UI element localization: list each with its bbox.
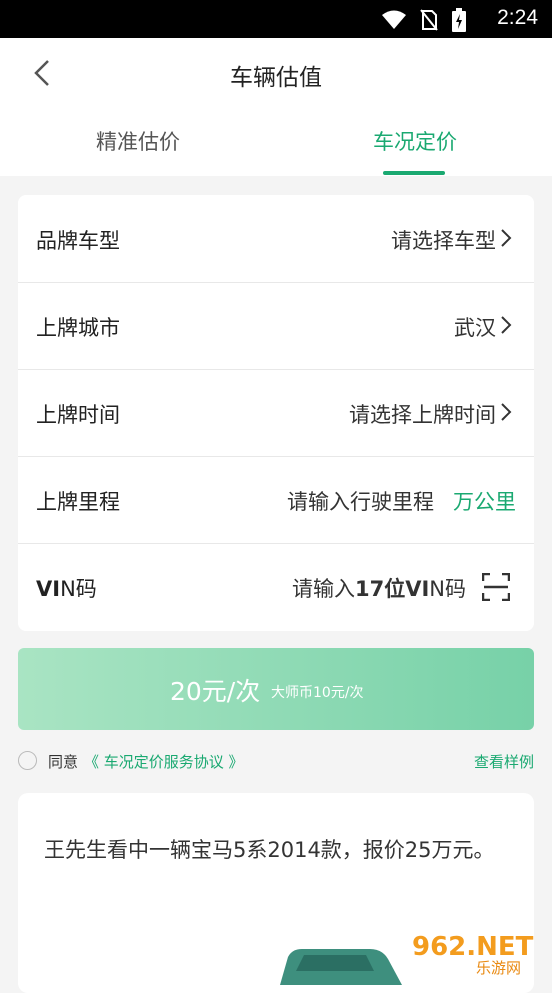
chevron-right-icon <box>501 229 512 247</box>
brand-model-label: 品牌车型 <box>36 229 120 253</box>
car-illustration <box>280 949 402 985</box>
status-icons <box>382 8 466 32</box>
agreement-link[interactable]: 《 车况定价服务协议 》 <box>84 751 244 772</box>
tab-condition-pricing[interactable]: 车况定价 <box>315 126 515 156</box>
city-label: 上牌城市 <box>36 316 120 340</box>
status-bar: 2:24 <box>0 0 552 38</box>
vin-placeholder-c: N码 <box>429 577 466 601</box>
price-main: 20元/次 <box>170 677 261 706</box>
vin-placeholder-a: 请输入 <box>291 577 355 601</box>
chevron-right-icon <box>501 403 512 421</box>
vin-placeholder-bold: 17位VI <box>354 577 430 601</box>
status-time: 2:24 <box>497 6 538 29</box>
tab-precise-estimate[interactable]: 精准估价 <box>38 126 238 156</box>
city-value: 武汉 <box>454 316 496 340</box>
brand-model-row[interactable]: 品牌车型 请选择车型 <box>18 195 534 283</box>
scan-icon[interactable] <box>482 573 510 601</box>
registration-time-value: 请选择上牌时间 <box>349 403 496 427</box>
watermark-sub: 乐游网 <box>476 959 521 977</box>
vin-input[interactable]: 请输入17位VIN码 <box>292 573 466 603</box>
mileage-input[interactable]: 请输入行驶里程 <box>287 486 434 516</box>
vin-label-rest: N码 <box>60 577 97 601</box>
no-sim-icon <box>420 9 438 31</box>
agree-text: 同意 <box>48 753 79 771</box>
mileage-row: 上牌里程 请输入行驶里程 万公里 <box>18 456 534 544</box>
watermark-brand: 962.NET <box>412 932 534 962</box>
tab-bar: 精准估价 车况定价 <box>0 108 552 176</box>
watermark-logo: 962.NET 乐游网 <box>412 932 534 977</box>
vin-label: VIN码 <box>36 573 97 603</box>
registration-time-label: 上牌时间 <box>36 403 120 427</box>
nav-bar: 车辆估值 <box>0 38 552 108</box>
vin-label-bold: VI <box>36 577 61 601</box>
brand-model-value: 请选择车型 <box>391 229 496 253</box>
wifi-icon <box>382 10 406 29</box>
chevron-right-icon <box>501 316 512 334</box>
agreement-row: 同意 《 车况定价服务协议 》 查看样例 <box>18 750 534 774</box>
registration-time-row[interactable]: 上牌时间 请选择上牌时间 <box>18 369 534 457</box>
active-tab-indicator <box>383 171 445 175</box>
vehicle-form: 品牌车型 请选择车型 上牌城市 武汉 上牌时间 请选择上牌时间 上牌里程 请输入… <box>18 195 534 631</box>
agree-radio[interactable] <box>18 751 37 770</box>
price-sub: 大师币10元/次 <box>271 685 364 701</box>
city-row[interactable]: 上牌城市 武汉 <box>18 282 534 370</box>
page-title: 车辆估值 <box>230 65 322 91</box>
example-text: 王先生看中一辆宝马5系2014款，报价25万元。 <box>44 838 495 862</box>
mileage-label: 上牌里程 <box>36 490 120 514</box>
purchase-pricing-button[interactable]: 20元/次 大师币10元/次 <box>18 648 534 730</box>
battery-charging-icon <box>452 8 466 32</box>
mileage-unit: 万公里 <box>453 490 516 514</box>
vin-row: VIN码 请输入17位VIN码 <box>18 543 534 630</box>
view-sample-link[interactable]: 查看样例 <box>474 751 534 772</box>
